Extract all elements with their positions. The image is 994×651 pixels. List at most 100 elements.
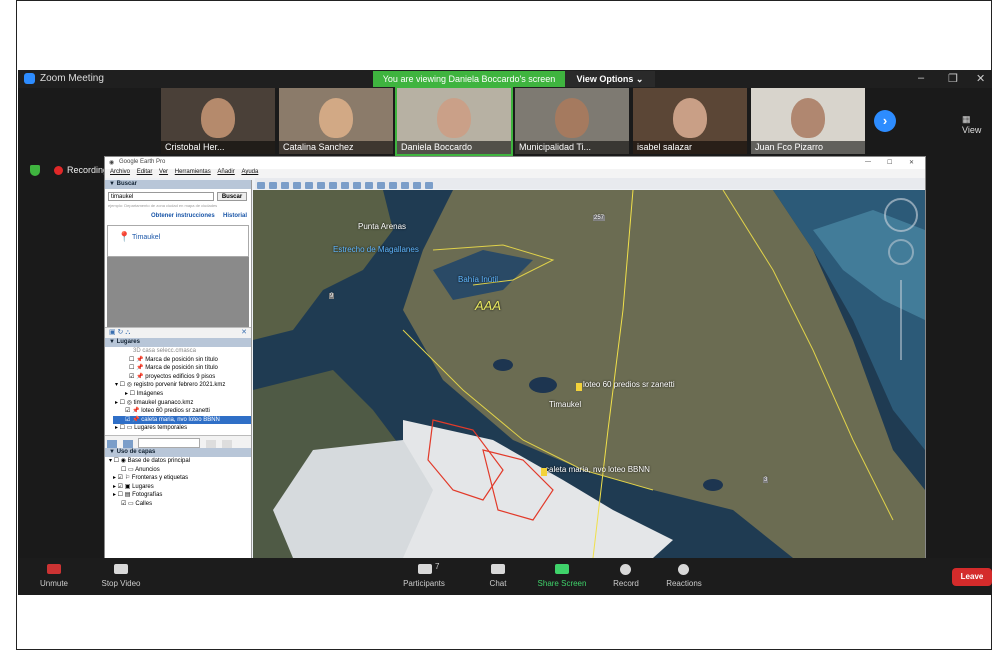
participant-tile[interactable]: isabel salazar bbox=[633, 88, 747, 154]
tour-icon[interactable] bbox=[317, 182, 325, 189]
panel-close-icon[interactable]: ✕ bbox=[241, 328, 247, 336]
ge-sidebar: ▼ Buscar timaukel Buscar ejemplo: Depart… bbox=[105, 180, 252, 558]
down-arrow-icon[interactable] bbox=[221, 440, 232, 448]
maps-icon[interactable] bbox=[413, 182, 421, 189]
place-item[interactable]: 3D casa selecc.cmasca bbox=[113, 347, 251, 356]
place-item[interactable]: ▸ ☐ ▭ Lugares temporales bbox=[113, 424, 251, 433]
menu-ver[interactable]: Ver bbox=[159, 169, 168, 175]
participants-count: 7 bbox=[435, 562, 440, 571]
participant-tile[interactable]: Catalina Sanchez bbox=[279, 88, 393, 154]
sun-icon[interactable] bbox=[341, 182, 349, 189]
place-item-selected[interactable]: ☑ 📌 caleta maria, nvo loteo BBNN bbox=[113, 415, 251, 425]
menu-archivo[interactable]: Archivo bbox=[110, 169, 130, 175]
recording-indicator[interactable]: Recording bbox=[54, 165, 109, 176]
history-icon[interactable] bbox=[329, 182, 337, 189]
place-item[interactable]: ☑ 📌 loteo 60 predios sr zanetti bbox=[113, 407, 251, 416]
view-menu[interactable]: ▦ View bbox=[962, 114, 992, 135]
placemark-icon[interactable] bbox=[269, 182, 277, 189]
participant-name: isabel salazar bbox=[633, 141, 747, 154]
placemark-caleta-icon[interactable] bbox=[541, 468, 547, 476]
up-arrow-icon[interactable] bbox=[206, 440, 217, 448]
place-item[interactable]: ☐ 📌 Marca de posición sin título bbox=[113, 364, 251, 373]
place-item[interactable]: ▸ ☐ Imágenes bbox=[113, 390, 251, 399]
capas-header[interactable]: ▼ Uso de capas bbox=[105, 448, 251, 457]
participant-name: Catalina Sanchez bbox=[279, 141, 393, 154]
stop-video-button[interactable]: Stop Video bbox=[91, 579, 151, 588]
ruler-icon[interactable] bbox=[365, 182, 373, 189]
search-results: 📍 Timaukel bbox=[107, 225, 249, 257]
ge-minimize-button[interactable]: — bbox=[865, 159, 871, 165]
participant-tile[interactable]: Cristobal Her... bbox=[161, 88, 275, 154]
participant-tile[interactable]: Juan Fco Pizarro bbox=[751, 88, 865, 154]
minimize-button[interactable]: – bbox=[918, 72, 924, 84]
earth-icon[interactable] bbox=[425, 182, 433, 189]
label-caleta-maria: caleta maria, nvo loteo BBNN bbox=[545, 465, 650, 474]
ge-maximize-button[interactable]: ☐ bbox=[887, 159, 892, 166]
ge-title: Google Earth Pro bbox=[119, 159, 166, 165]
save-image-icon[interactable] bbox=[401, 182, 409, 189]
recording-label: Recording bbox=[67, 165, 109, 175]
participant-tile[interactable]: Municipalidad Ti... bbox=[515, 88, 629, 154]
overlay-icon[interactable] bbox=[305, 182, 313, 189]
participants-button[interactable]: Participants bbox=[394, 579, 454, 588]
lugares-header[interactable]: ▼ Lugares bbox=[105, 338, 251, 347]
layers-toggle-icon[interactable] bbox=[122, 440, 133, 448]
history-link[interactable]: Historial bbox=[223, 213, 247, 219]
place-item[interactable]: ☑ 📌 proyectos edificios 9 pisos bbox=[113, 373, 251, 382]
restore-button[interactable]: ❐ bbox=[948, 72, 958, 85]
menu-ayuda[interactable]: Ayuda bbox=[241, 169, 258, 175]
result-link[interactable]: Timaukel bbox=[132, 234, 160, 241]
menu-editar[interactable]: Editar bbox=[137, 169, 153, 175]
placemark-loteo-icon[interactable] bbox=[576, 383, 582, 391]
leave-button[interactable]: Leave bbox=[952, 568, 992, 586]
participant-name: Juan Fco Pizarro bbox=[751, 141, 865, 154]
layer-label: Fotografías bbox=[132, 492, 163, 499]
security-shield-icon[interactable] bbox=[30, 165, 40, 176]
share-screen-button[interactable]: Share Screen bbox=[532, 579, 592, 588]
place-item[interactable]: ▸ ☐ ◎ timaukel guanaco.kmz bbox=[113, 399, 251, 408]
planets-icon[interactable] bbox=[353, 182, 361, 189]
layer-item[interactable]: ☑ ▭ Calles bbox=[109, 500, 251, 509]
label-estrecho: Estrecho de Magallanes bbox=[333, 245, 419, 254]
participant-name: Daniela Boccardo bbox=[397, 141, 511, 154]
menu-anadir[interactable]: Añadir bbox=[217, 169, 234, 175]
layer-item[interactable]: ☐ ▭ Anuncios bbox=[109, 466, 251, 475]
print-icon[interactable] bbox=[389, 182, 397, 189]
search-places-icon[interactable] bbox=[107, 440, 117, 448]
record-button[interactable]: Record bbox=[596, 579, 656, 588]
satellite-map[interactable]: Punta Arenas Estrecho de Magallanes Bahí… bbox=[253, 190, 925, 558]
menu-herramientas[interactable]: Herramientas bbox=[175, 169, 211, 175]
search-input[interactable]: timaukel bbox=[108, 192, 214, 201]
places-filter-input[interactable] bbox=[138, 438, 201, 448]
next-page-icon[interactable]: › bbox=[874, 110, 896, 132]
place-item[interactable]: ☐ 📌 Marca de posición sin título bbox=[113, 356, 251, 365]
meeting-controls: Unmute Stop Video 7 Participants Chat Sh… bbox=[18, 558, 992, 595]
layer-item[interactable]: ▸ ☑ ⚐ Fronteras y etiquetas bbox=[109, 474, 251, 483]
unmute-button[interactable]: Unmute bbox=[24, 579, 84, 588]
buscar-header[interactable]: ▼ Buscar bbox=[105, 180, 251, 189]
sidebar-toggle-icon[interactable] bbox=[257, 182, 265, 189]
video-camera-icon bbox=[114, 564, 128, 574]
polygon-icon[interactable] bbox=[281, 182, 289, 189]
email-icon[interactable] bbox=[377, 182, 385, 189]
place-label: caleta maria, nvo loteo BBNN bbox=[141, 416, 220, 423]
ge-close-button[interactable]: ✕ bbox=[909, 159, 914, 166]
ge-title-bar: ◉ Google Earth Pro — ☐ ✕ bbox=[105, 157, 925, 169]
layer-item[interactable]: ▾ ☐ ◉ Base de datos principal bbox=[109, 457, 251, 466]
path-icon[interactable] bbox=[293, 182, 301, 189]
chat-button[interactable]: Chat bbox=[468, 579, 528, 588]
directions-link[interactable]: Obtener instrucciones bbox=[151, 213, 215, 219]
participant-tile[interactable]: Daniela Boccardo bbox=[395, 86, 513, 156]
layer-item[interactable]: ▸ ☑ ▣ Lugares bbox=[109, 483, 251, 492]
search-button[interactable]: Buscar bbox=[217, 192, 247, 201]
place-item[interactable]: ▾ ☐ ◎ registro porvenir febrero 2021.kmz bbox=[113, 381, 251, 390]
close-button[interactable]: ✕ bbox=[976, 72, 985, 85]
reactions-button[interactable]: Reactions bbox=[654, 579, 714, 588]
place-label: Marca de posición sin título bbox=[145, 356, 218, 363]
view-options-button[interactable]: View Options ⌄ bbox=[565, 71, 655, 87]
panel-toolbar: ▣ ↻ ⛬ ✕ bbox=[105, 327, 251, 338]
window-title: Zoom Meeting bbox=[40, 73, 104, 84]
road-shield-3: 3 bbox=[763, 477, 769, 483]
label-loteo: loteo 60 predios sr zanetti bbox=[583, 380, 675, 389]
layer-item[interactable]: ▸ ☐ ▤ Fotografías bbox=[109, 491, 251, 500]
